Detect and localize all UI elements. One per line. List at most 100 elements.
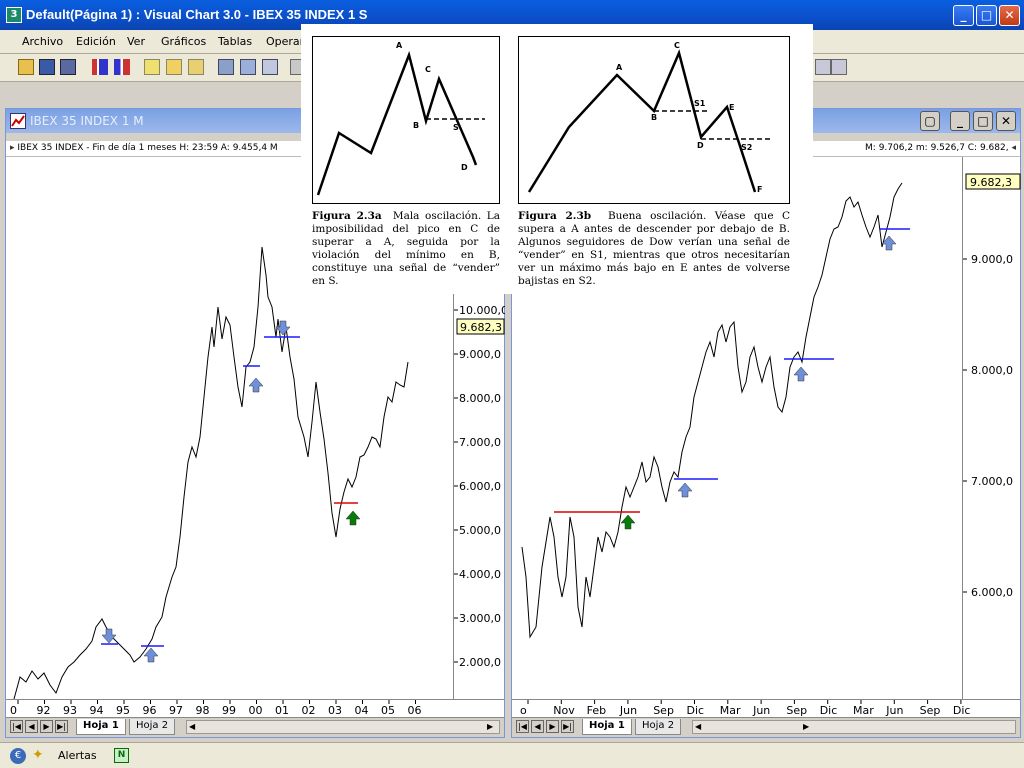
candle-chart-icon[interactable]	[114, 59, 130, 75]
left-buy-arrow-1	[143, 647, 159, 663]
system-icon[interactable]	[188, 59, 204, 75]
right-tab-hoja1[interactable]: Hoja 1	[582, 719, 632, 735]
menu-operar[interactable]: Operar	[266, 35, 304, 48]
figure-b-point-s2: S2	[741, 143, 753, 152]
left-tab-hoja1[interactable]: Hoja 1	[76, 719, 126, 735]
tile-icon[interactable]	[815, 59, 831, 75]
left-prev-sheet-button[interactable]: ◀	[25, 720, 38, 733]
left-last-sheet-button[interactable]: ▶|	[55, 720, 68, 733]
left-xtick-label: 94	[90, 704, 104, 717]
right-xtick-label: Jun	[752, 704, 770, 717]
left-xtick-label: 02	[302, 704, 316, 717]
currency-icon[interactable]	[240, 59, 256, 75]
minimize-button[interactable]: _	[953, 5, 974, 26]
right-price-tag: 9.682,3	[970, 176, 1012, 189]
figure-b-point-c: C	[674, 41, 680, 50]
right-window-minimize-button[interactable]: _	[950, 111, 970, 131]
study-icon[interactable]	[166, 59, 182, 75]
right-next-sheet-button[interactable]: ▶	[546, 720, 559, 733]
left-xtick-label: 01	[275, 704, 289, 717]
cascade-icon[interactable]	[831, 59, 847, 75]
left-ytick-label: 6.000,0	[459, 480, 501, 493]
right-xtick-label: Nov	[553, 704, 575, 717]
left-xtick-label: 06	[408, 704, 422, 717]
right-tab-bar: |◀ ◀ ▶ ▶| Hoja 1 Hoja 2 ◀ ▶	[512, 717, 1020, 735]
close-button[interactable]: ✕	[999, 5, 1020, 26]
figure-b-caption-label: Figura 2.3b	[518, 210, 592, 222]
menu-tablas[interactable]: Tablas	[218, 35, 252, 48]
right-xtick-label: Feb	[587, 704, 606, 717]
alerts-label[interactable]: Alertas	[58, 749, 97, 762]
menu-ver[interactable]: Ver	[127, 35, 145, 48]
menu-edicion[interactable]: Edición	[76, 35, 116, 48]
left-price-tag: 9.682,3	[460, 321, 502, 334]
left-xtick-label: 97	[169, 704, 183, 717]
left-sell-arrow-1	[101, 628, 117, 644]
indicator-icon[interactable]	[144, 59, 160, 75]
left-xtick-label: 00	[249, 704, 263, 717]
right-window-restore-button[interactable]: ▢	[920, 111, 940, 131]
right-xtick-label: Jun	[885, 704, 903, 717]
left-price-line	[13, 246, 409, 700]
right-last-sheet-button[interactable]: ▶|	[561, 720, 574, 733]
left-xtick-label: 03	[328, 704, 342, 717]
left-xtick-label: 99	[222, 704, 236, 717]
left-ytick-label: 8.000,0	[459, 392, 501, 405]
chart-window-icon	[10, 113, 26, 129]
maximize-button[interactable]: □	[976, 5, 997, 26]
right-h-scrollbar[interactable]: ◀ ▶	[692, 720, 1016, 734]
left-window-title: IBEX 35 INDEX 1 M	[30, 114, 144, 128]
right-xtick-label: Dic	[820, 704, 838, 717]
figure-a-diagram: A B C S D	[312, 36, 500, 204]
figure-b-point-a: A	[616, 63, 623, 72]
left-scroll-right-arrow[interactable]: ▶	[487, 722, 497, 732]
right-tab-hoja2[interactable]: Hoja 2	[635, 719, 682, 735]
left-h-scrollbar[interactable]: ◀ ▶	[186, 720, 500, 734]
left-tab-hoja2[interactable]: Hoja 2	[129, 719, 176, 735]
news-icon[interactable]: N	[114, 748, 129, 763]
right-scroll-left-arrow[interactable]: ◀	[695, 722, 705, 732]
right-xtick-label: Sep	[920, 704, 941, 717]
save-icon[interactable]	[39, 59, 55, 75]
left-xtick-label: 92	[37, 704, 51, 717]
menu-graficos[interactable]: Gráficos	[161, 35, 206, 48]
figure-b-point-d: D	[697, 141, 704, 150]
left-first-sheet-button[interactable]: |◀	[10, 720, 23, 733]
figure-b-point-b: B	[651, 113, 658, 122]
quotes-icon[interactable]	[262, 59, 278, 75]
book-figure-overlay: A B C S D Figura 2.3a Mala oscilación. L…	[301, 24, 813, 294]
right-xtick-label: Mar	[720, 704, 741, 717]
figure-b-point-s1: S1	[694, 99, 706, 108]
open-icon[interactable]	[18, 59, 34, 75]
menu-archivo[interactable]: Archivo	[22, 35, 63, 48]
left-scroll-left-arrow[interactable]: ◀	[189, 722, 199, 732]
figure-a-point-b: B	[413, 121, 420, 130]
right-price-axis: 9.000,0 8.000,0 7.000,0 6.000,0 9.682,3	[962, 157, 1021, 699]
app-icon: 3	[6, 7, 22, 23]
right-window-close-button[interactable]: ✕	[996, 111, 1016, 131]
connection-icon[interactable]: €	[10, 748, 26, 764]
figure-a-caption: Figura 2.3a Mala oscilación. La imposibi…	[312, 210, 500, 288]
right-first-sheet-button[interactable]: |◀	[516, 720, 529, 733]
right-prev-sheet-button[interactable]: ◀	[531, 720, 544, 733]
bar-chart-icon[interactable]	[92, 59, 108, 75]
right-ytick-label: 6.000,0	[971, 586, 1013, 599]
left-ytick-label: 2.000,0	[459, 656, 501, 669]
right-xtick-label: o	[520, 704, 527, 717]
figure-b-swing-line	[527, 49, 757, 193]
portfolio-icon[interactable]	[218, 59, 234, 75]
left-x-axis: 0 92 93 94 95 96 97 98 99 00 01 02 03 04 05 06	[10, 700, 422, 717]
left-ytick-label: 10.000,0	[459, 304, 505, 317]
left-xtick-label: 0	[10, 704, 17, 717]
figure-a-point-a: A	[396, 41, 403, 50]
save-all-icon[interactable]	[60, 59, 76, 75]
right-buy-arrow-green	[620, 514, 636, 530]
right-xtick-label: Sep	[786, 704, 807, 717]
alert-bell-icon[interactable]: ✦	[32, 747, 50, 765]
right-window-maximize-button[interactable]: □	[973, 111, 993, 131]
left-buy-arrow-2	[248, 377, 264, 393]
figure-a-point-d: D	[461, 163, 468, 172]
left-next-sheet-button[interactable]: ▶	[40, 720, 53, 733]
right-buy-arrow-2	[793, 366, 809, 382]
right-scroll-right-arrow[interactable]: ▶	[803, 722, 813, 732]
